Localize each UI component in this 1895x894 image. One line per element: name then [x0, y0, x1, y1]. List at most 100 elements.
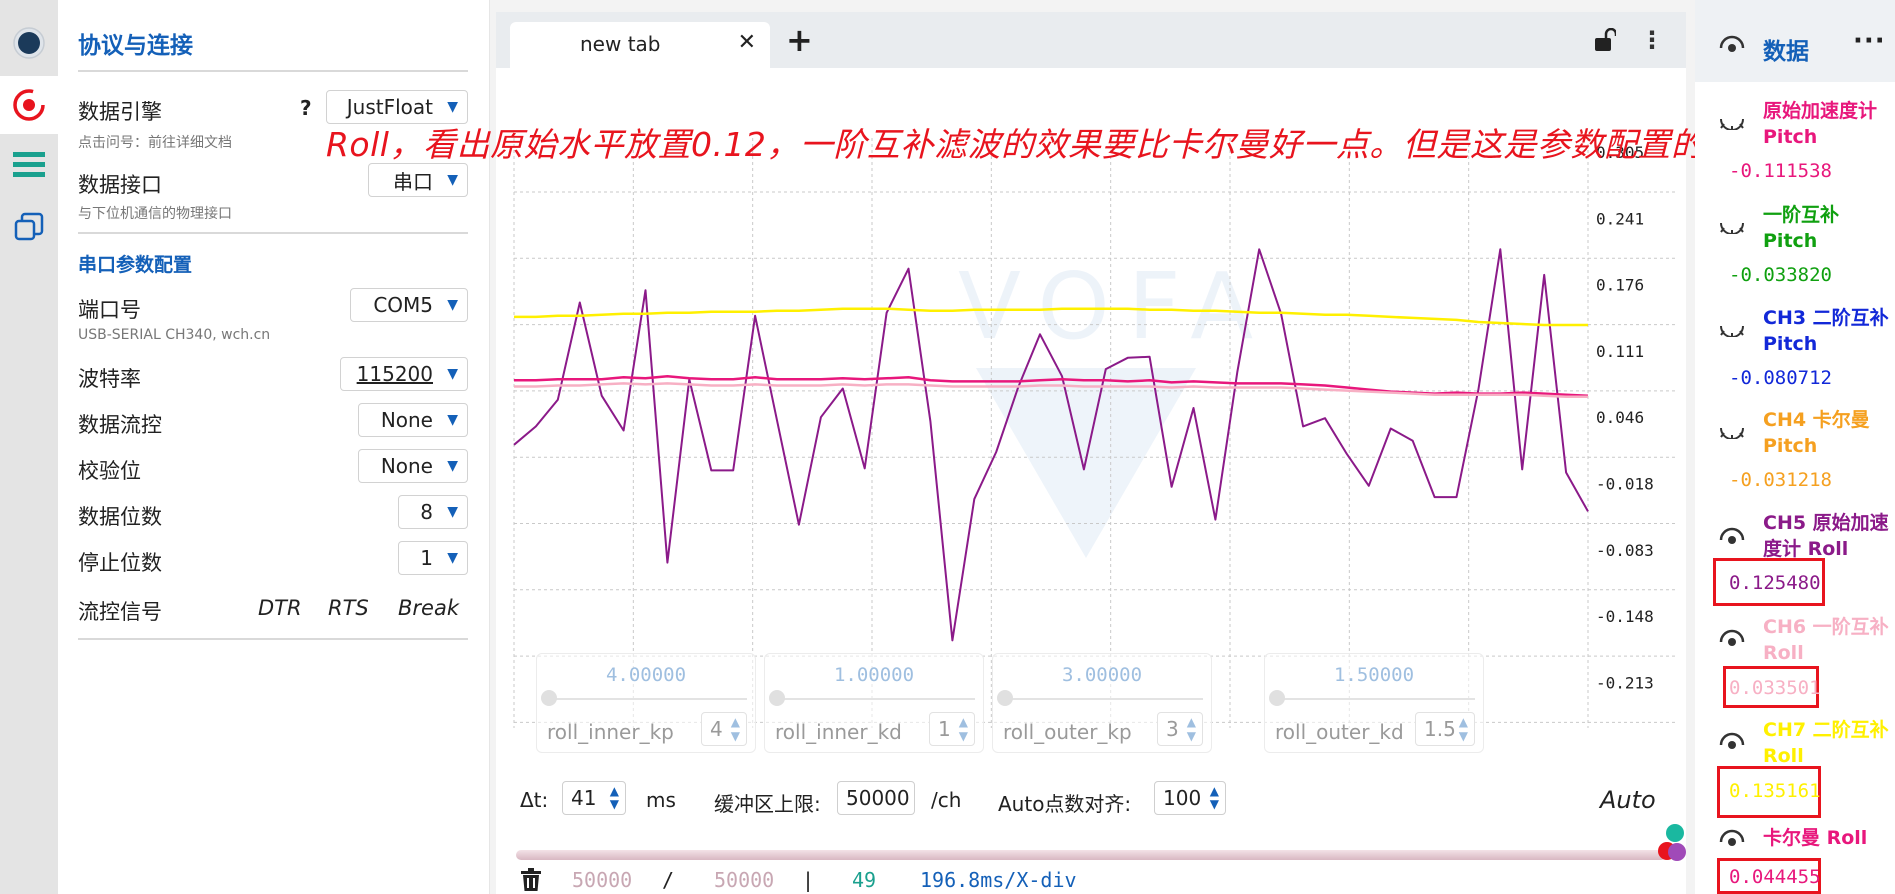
baud-select[interactable]: 115200 ▼ [340, 357, 468, 391]
tab-menu-button[interactable]: ⋮ [1640, 26, 1664, 54]
interface-row: 数据接口 串口 ▼ [78, 163, 468, 197]
break-toggle[interactable]: Break [398, 596, 459, 620]
eye-icon[interactable] [1719, 731, 1745, 751]
eye-closed-icon[interactable] [1719, 425, 1745, 439]
engine-hint: 点击问号：前往详细文档 [78, 135, 232, 151]
channel-name: CH6 一阶互补 Roll [1763, 616, 1889, 664]
updown-icon[interactable]: ▲ ▼ [610, 785, 619, 811]
bottom-controls: Δt: 41 ▲ ▼ ms 缓冲区上限: 50000 /ch Auto点数对齐: … [496, 768, 1686, 894]
autopts-label: Auto点数对齐: [998, 792, 1132, 816]
eye-icon[interactable] [1719, 526, 1745, 546]
slider-knob[interactable] [769, 690, 785, 706]
updown-icon[interactable]: ▲ ▼ [959, 715, 968, 743]
flow-row: 数据流控 None ▼ [78, 403, 468, 437]
stopbits-row: 停止位数 1 ▼ [78, 541, 468, 575]
dt-unit: ms [646, 788, 676, 812]
tab-bar: new tab ✕ + ⋮ [496, 12, 1686, 68]
engine-help-button[interactable]: ? [300, 96, 312, 120]
param-name: roll_outer_kd [1275, 720, 1404, 744]
eye-closed-icon[interactable] [1719, 323, 1745, 337]
updown-icon[interactable]: ▲ ▼ [731, 715, 740, 743]
rts-toggle[interactable]: RTS [328, 596, 369, 620]
channel-name: CH4 卡尔曼 Pitch [1763, 409, 1870, 457]
autopts-spinbox[interactable]: 100 ▲ ▼ [1154, 781, 1226, 815]
baud-row: 波特率 115200 ▼ [78, 357, 468, 391]
param-spinbox[interactable]: 1.5 ▲ ▼ [1415, 712, 1475, 746]
param-card: 1.00000 roll_inner_kd 1 ▲ ▼ [764, 653, 984, 753]
param-slider[interactable] [1001, 698, 1203, 700]
port-row: 端口号 COM5 ▼ [78, 288, 468, 322]
eye-icon[interactable] [1719, 34, 1745, 54]
eye-closed-icon[interactable] [1719, 116, 1745, 130]
eye-icon[interactable] [1719, 828, 1745, 848]
signal-label: 流控信号 [78, 600, 162, 624]
chevron-down-icon: ▼ [447, 550, 458, 566]
channel-value: -0.111538 [1729, 160, 1832, 182]
rail-widgets-button[interactable] [0, 136, 58, 194]
eye-closed-icon[interactable] [1719, 220, 1745, 234]
updown-icon[interactable]: ▲ ▼ [1210, 785, 1219, 811]
dt-spinbox[interactable]: 41 ▲ ▼ [562, 781, 626, 815]
channel-value: 0.044455 [1729, 866, 1821, 888]
param-name: roll_inner_kp [547, 720, 674, 744]
channel-name: CH5 原始加速度计 Roll [1763, 512, 1889, 560]
databits-select[interactable]: 8 ▼ [398, 495, 468, 529]
param-value: 1.50000 [1333, 664, 1415, 686]
rail-record-button[interactable] [0, 14, 58, 72]
time-scrollbar[interactable] [516, 850, 1666, 860]
parity-row: 校验位 None ▼ [78, 449, 468, 483]
param-spinbox[interactable]: 3 ▲ ▼ [1157, 712, 1203, 746]
watermark-logo: VOFA [958, 253, 1253, 558]
rail-windows-button[interactable] [0, 198, 58, 256]
trash-icon[interactable] [520, 868, 542, 892]
rail-protocol-button[interactable] [0, 76, 58, 134]
param-name: roll_inner_kd [775, 720, 902, 744]
chevron-down-icon: ▼ [447, 366, 458, 382]
panel-title: 协议与连接 [78, 33, 193, 59]
buffer-input[interactable]: 50000 [837, 781, 915, 815]
stopbits-select[interactable]: 1 ▼ [398, 541, 468, 575]
flow-select[interactable]: None ▼ [358, 403, 468, 437]
tab-new-tab[interactable]: new tab ✕ [510, 22, 770, 68]
windows-stack-icon [14, 212, 44, 241]
slider-knob[interactable] [541, 690, 557, 706]
signal-row: 流控信号 DTR RTS Break [78, 590, 468, 624]
param-spin-value: 3 [1166, 717, 1179, 741]
engine-label: 数据引擎 [78, 100, 162, 124]
slider-knob[interactable] [1269, 690, 1285, 706]
param-slider[interactable] [545, 698, 747, 700]
auto-button[interactable]: Auto [1600, 786, 1656, 814]
interface-select[interactable]: 串口 ▼ [368, 163, 468, 197]
eye-icon[interactable] [1719, 628, 1745, 648]
buffer-value: 50000 [846, 786, 910, 810]
y-tick-label: 0.111 [1596, 342, 1644, 361]
channel-name: 一阶互补 Pitch [1763, 204, 1840, 252]
data-panel-header: 数据 ··· [1695, 0, 1895, 82]
param-card: 1.50000 roll_outer_kd 1.5 ▲ ▼ [1264, 653, 1484, 753]
param-spin-value: 1 [938, 717, 951, 741]
param-slider[interactable] [773, 698, 975, 700]
waveform-plot[interactable]: VOFA 0.305 0.241 0.176 0.111 0.046 -0.018 -0.0… [496, 68, 1686, 768]
y-tick-label: -0.213 [1596, 673, 1654, 692]
y-tick-label: 0.241 [1596, 209, 1644, 228]
updown-icon[interactable]: ▲ ▼ [1459, 715, 1468, 743]
slider-knob[interactable] [997, 690, 1013, 706]
dt-value: 41 [571, 786, 597, 810]
port-select[interactable]: COM5 ▼ [350, 288, 468, 322]
unlock-icon[interactable] [1594, 28, 1616, 52]
dtr-toggle[interactable]: DTR [258, 596, 302, 620]
param-slider[interactable] [1273, 698, 1475, 700]
more-icon[interactable]: ··· [1853, 26, 1886, 56]
param-spinbox[interactable]: 1 ▲ ▼ [929, 712, 975, 746]
y-tick-label: -0.148 [1596, 607, 1654, 626]
target-icon [13, 89, 45, 121]
param-value: 3.00000 [1061, 664, 1143, 686]
param-spinbox[interactable]: 4 ▲ ▼ [701, 712, 747, 746]
channel-name: CH7 二阶互补 Roll [1763, 719, 1889, 767]
add-tab-button[interactable]: + [786, 24, 813, 56]
param-card: 3.00000 roll_outer_kp 3 ▲ ▼ [992, 653, 1212, 753]
updown-icon[interactable]: ▲ ▼ [1187, 715, 1196, 743]
parity-select[interactable]: None ▼ [358, 449, 468, 483]
close-icon[interactable]: ✕ [738, 30, 756, 55]
tab-label: new tab [580, 32, 661, 56]
